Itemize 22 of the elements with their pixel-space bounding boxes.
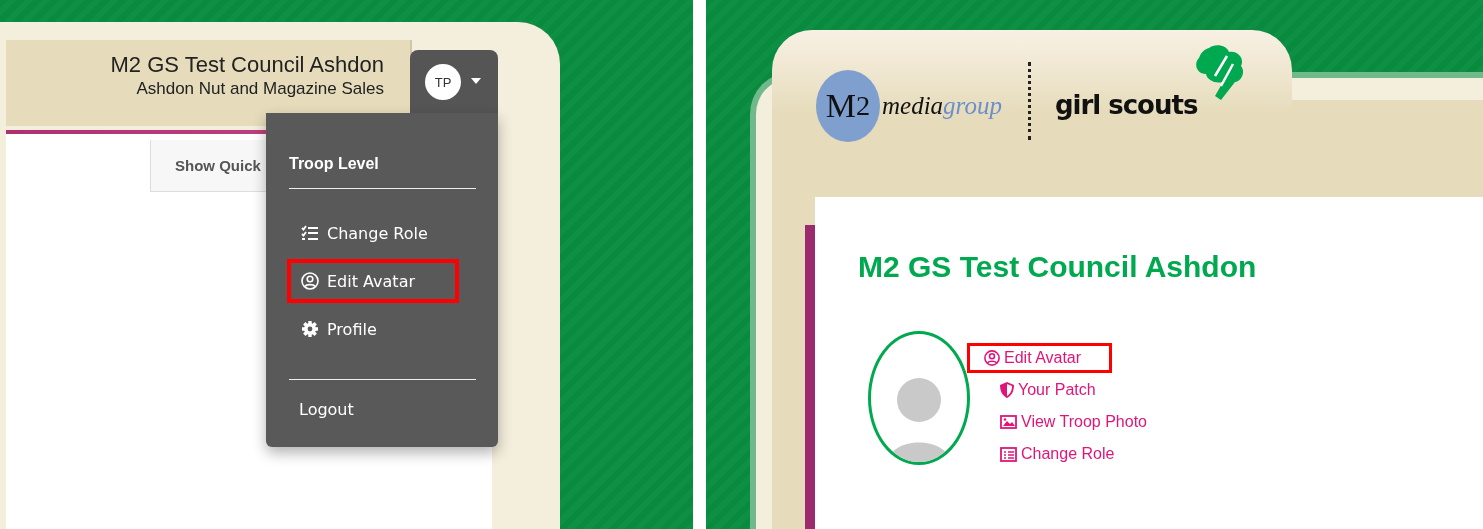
user-circle-icon — [984, 350, 1000, 366]
profile-link[interactable]: Edit Avatar — [967, 343, 1112, 373]
profile-link[interactable]: Your Patch — [967, 375, 1115, 405]
council-title: M2 GS Test Council Ashdon — [858, 249, 1258, 285]
council-title: M2 GS Test Council Ashdon — [110, 52, 384, 78]
shield-icon — [1000, 382, 1014, 398]
image-icon — [1000, 415, 1017, 429]
profile-link[interactable]: View Troop Photo — [967, 407, 1166, 437]
caret-icon — [471, 78, 481, 84]
profile-link[interactable]: Change Role — [967, 439, 1134, 469]
sale-subtitle: Ashdon Nut and Magazine Sales — [136, 78, 384, 100]
menu-item[interactable]: Profile — [287, 307, 478, 351]
list-icon — [1000, 446, 1017, 462]
logout-link[interactable]: Logout — [289, 400, 476, 419]
logo-wordmark: girl scouts — [1054, 90, 1198, 120]
menu-item[interactable]: Change Role — [287, 211, 478, 255]
logo-wordmark: mediagroup — [882, 92, 1002, 120]
menu-item[interactable]: Edit Avatar — [287, 259, 459, 303]
menu-heading: Troop Level — [289, 154, 380, 174]
settings-icon — [301, 320, 319, 338]
checklist-icon — [301, 225, 319, 241]
user-circle-icon — [301, 272, 319, 290]
